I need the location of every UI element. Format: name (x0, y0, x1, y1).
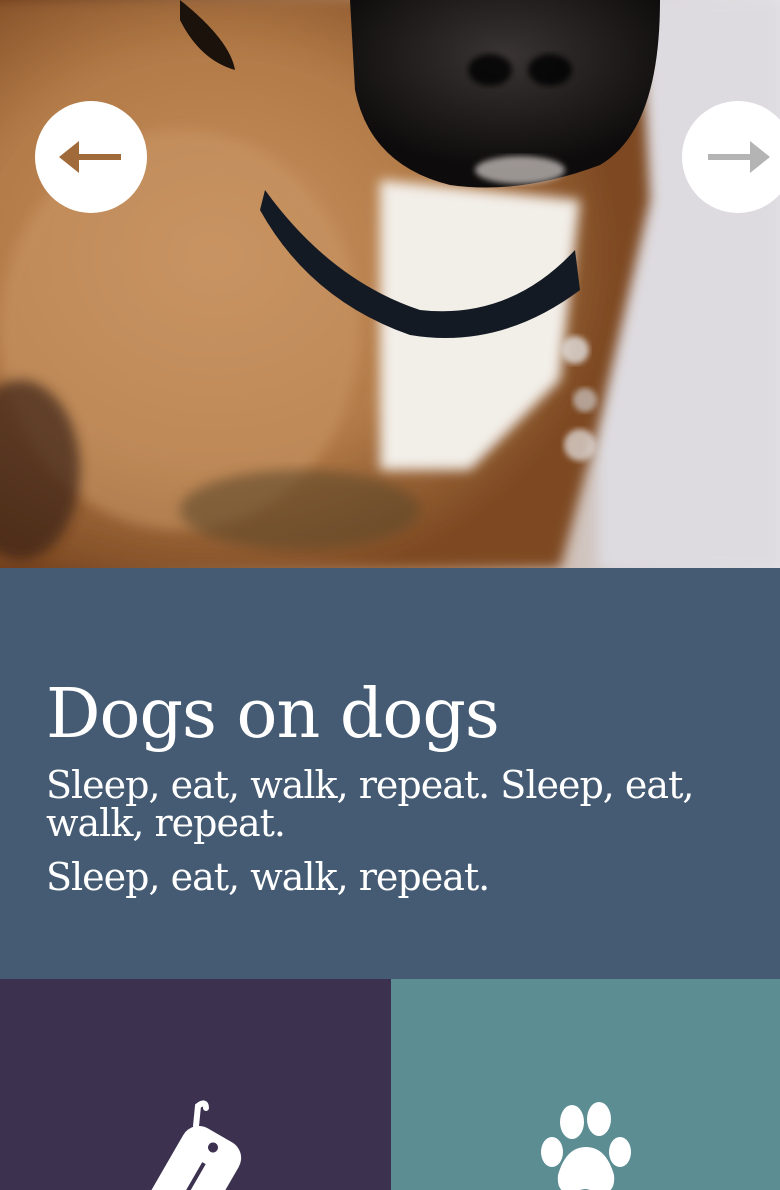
page-title: Dogs on dogs (46, 675, 500, 754)
arrow-right-icon (708, 141, 770, 173)
paw-print-tile[interactable] (391, 979, 780, 1190)
subtitle-text: Sleep, eat, walk, repeat. Sleep, eat, wa… (46, 763, 694, 845)
hero-slider (0, 0, 780, 568)
dog-tag-icon (148, 1100, 242, 1190)
arrow-left-icon (59, 141, 121, 173)
dog-tag-tile[interactable] (0, 979, 391, 1190)
subtitle-text-secondary: Sleep, eat, walk, repeat. (46, 855, 490, 899)
dog-photo (0, 0, 780, 568)
info-panel: Dogs on dogs Sleep, eat, walk, repeat. S… (0, 568, 780, 979)
paw-print-icon (541, 1102, 631, 1190)
previous-slide-button[interactable] (35, 101, 147, 213)
